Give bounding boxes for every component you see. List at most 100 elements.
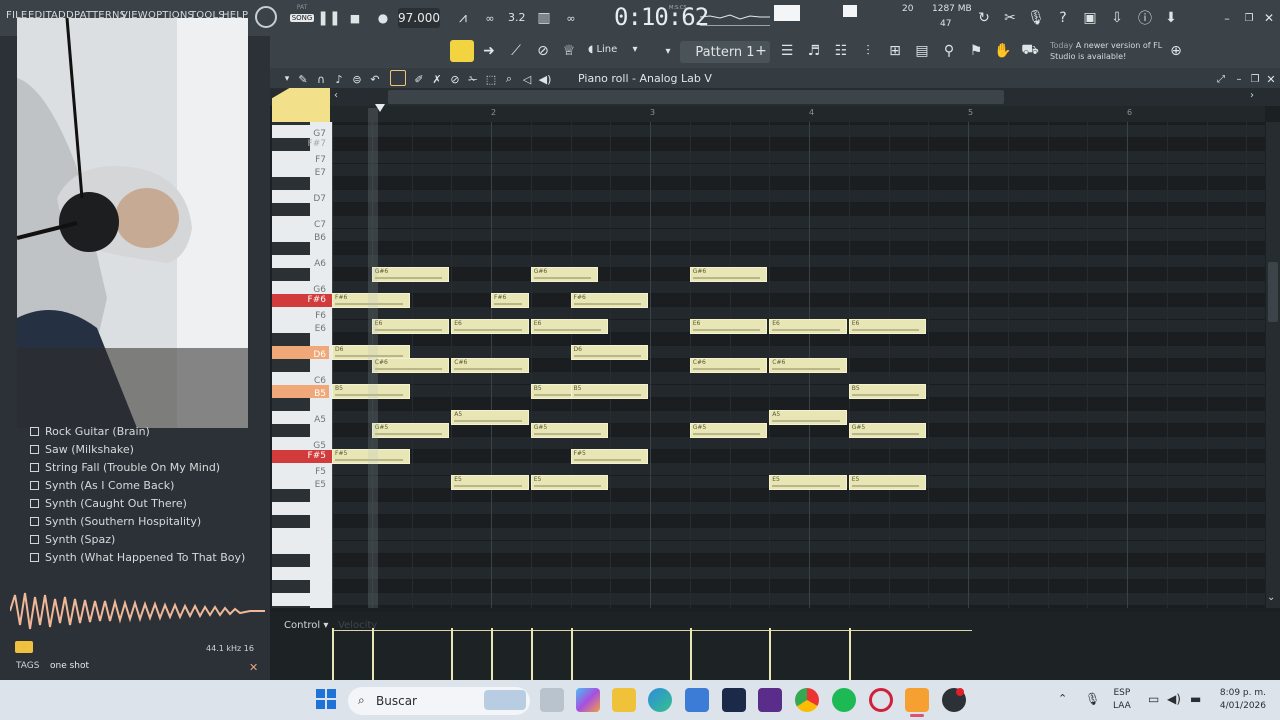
- add-pattern-icon[interactable]: +: [750, 40, 772, 62]
- piano-key-label[interactable]: A5: [272, 411, 329, 425]
- midi-note[interactable]: E6: [769, 319, 847, 334]
- piano-key-black[interactable]: [272, 580, 310, 593]
- undo-icon[interactable]: ↻: [973, 7, 995, 29]
- piano-key-black[interactable]: [272, 489, 310, 502]
- midi-note[interactable]: B5: [848, 384, 927, 399]
- tags-value[interactable]: one shot: [50, 661, 89, 671]
- language-indicator[interactable]: ESP LAA: [1113, 687, 1131, 713]
- opera-icon[interactable]: [869, 688, 893, 712]
- chevron-down-icon[interactable]: ▾: [657, 40, 679, 62]
- maximize-icon[interactable]: ❐: [1238, 7, 1260, 29]
- task-view-icon[interactable]: [540, 688, 564, 712]
- piano-key-label[interactable]: F5: [272, 463, 329, 477]
- browser-item[interactable]: Rock Guitar (Brain): [30, 422, 260, 440]
- play-pause-icon[interactable]: ❚❚: [317, 7, 340, 29]
- piano-key-label[interactable]: F#6: [272, 294, 329, 307]
- close-tag-icon[interactable]: ✕: [249, 661, 258, 674]
- piano-key-label[interactable]: B5: [272, 385, 329, 399]
- draw-tool-icon[interactable]: [390, 70, 406, 86]
- network-icon[interactable]: ▭: [1148, 692, 1159, 706]
- midi-note[interactable]: D6: [570, 345, 648, 360]
- piano-key-black[interactable]: [272, 606, 310, 608]
- midi-note[interactable]: C#6: [371, 358, 450, 373]
- piano-key-label[interactable]: F7: [272, 151, 329, 165]
- tempo-display[interactable]: 97.000: [398, 8, 440, 28]
- mixer-icon[interactable]: ⫶: [857, 40, 879, 62]
- piano-key-label[interactable]: G5: [272, 437, 329, 451]
- close-icon[interactable]: ✕: [1258, 7, 1280, 29]
- play-preview-icon[interactable]: [15, 641, 33, 653]
- clock[interactable]: 8:09 p. m. 4/01/2026: [1214, 687, 1266, 713]
- piano-key-label[interactable]: F6: [272, 307, 329, 321]
- vertical-scrollbar[interactable]: ⌄: [1266, 122, 1280, 608]
- piano-key-label[interactable]: D6: [272, 346, 329, 360]
- piano-keyboard[interactable]: G7 F#7 F7 E7 D7 C7 B6 A6 G6 F#6 F6 E6 D6 C6 B5 A5 G5 F#5 F…: [272, 122, 332, 608]
- midi-note[interactable]: A5: [451, 410, 529, 425]
- microphone-icon[interactable]: 🎙: [1025, 7, 1047, 29]
- midi-note[interactable]: F#5: [570, 449, 648, 464]
- piano-key-label[interactable]: F#7: [272, 138, 329, 151]
- browser-item[interactable]: String Fall (Trouble On My Mind): [30, 458, 260, 476]
- velocity-lane[interactable]: [332, 612, 972, 680]
- velocity-stem[interactable]: [451, 628, 454, 680]
- news-panel[interactable]: Today A newer version of FL Studio is av…: [1050, 40, 1165, 62]
- scroll-right-icon[interactable]: ›: [1250, 90, 1254, 101]
- scroll-left-icon[interactable]: ‹: [334, 90, 338, 101]
- browser-item[interactable]: Synth (What Happened To That Boy): [30, 548, 260, 566]
- midi-note[interactable]: E5: [451, 475, 529, 490]
- channel-rack-icon[interactable]: ☷: [830, 40, 852, 62]
- fl-studio-icon[interactable]: [905, 688, 929, 712]
- piano-key-black[interactable]: [272, 554, 310, 567]
- info-icon[interactable]: ⓘ: [1134, 7, 1156, 29]
- pat-song-switch[interactable]: PAT SONG: [290, 4, 314, 32]
- snap-corner-button[interactable]: [272, 88, 330, 122]
- chevron-up-icon[interactable]: ⌃: [1058, 692, 1067, 705]
- midi-note[interactable]: G#6: [689, 267, 768, 282]
- pencil-icon[interactable]: ⟋: [505, 40, 527, 62]
- undo-icon[interactable]: ↶: [364, 68, 386, 90]
- piano-key-black[interactable]: [272, 333, 310, 346]
- close-icon[interactable]: ✕: [1260, 68, 1280, 90]
- midi-note[interactable]: G#5: [689, 423, 768, 438]
- stop-icon[interactable]: ■: [344, 7, 366, 29]
- control-label[interactable]: Control ▾: [284, 620, 328, 631]
- edge-icon[interactable]: [648, 688, 672, 712]
- scrollbar-thumb[interactable]: [388, 90, 1004, 104]
- midi-note[interactable]: G#6: [530, 267, 599, 282]
- globe-icon[interactable]: ⊕: [1165, 40, 1187, 62]
- metronome-icon[interactable]: ⩘: [452, 7, 474, 29]
- typing-keyboard-icon[interactable]: [450, 40, 474, 62]
- velocity-stem[interactable]: [769, 628, 772, 680]
- midi-note[interactable]: B5: [570, 384, 648, 399]
- minimize-icon[interactable]: –: [1216, 7, 1238, 29]
- link-icon[interactable]: ⊘: [532, 40, 554, 62]
- piano-key-label[interactable]: A6: [272, 255, 329, 269]
- midi-note[interactable]: G#5: [848, 423, 927, 438]
- midi-note[interactable]: C#6: [769, 358, 847, 373]
- piano-key-black[interactable]: [272, 203, 310, 216]
- piano-key-label[interactable]: C6: [272, 372, 329, 386]
- piano-key-label[interactable]: G7: [272, 125, 329, 139]
- spotify-icon[interactable]: [832, 688, 856, 712]
- piano-key-black[interactable]: [272, 398, 310, 411]
- browser-item[interactable]: Saw (Milkshake): [30, 440, 260, 458]
- midi-note[interactable]: E5: [769, 475, 847, 490]
- export-icon[interactable]: ⬇: [1160, 7, 1182, 29]
- piano-key-label[interactable]: C7: [272, 216, 329, 230]
- touch-icon[interactable]: ✋: [992, 40, 1014, 62]
- velocity-stem[interactable]: [570, 628, 573, 680]
- piano-key-label[interactable]: G6: [272, 281, 329, 295]
- midi-note[interactable]: G#5: [530, 423, 609, 438]
- chrome-icon[interactable]: [795, 688, 819, 712]
- snap-select[interactable]: ◖ Line ▾: [588, 44, 658, 55]
- shop-icon[interactable]: ⛟: [1019, 40, 1041, 62]
- midi-note[interactable]: E5: [530, 475, 609, 490]
- windows-start-icon[interactable]: [316, 689, 336, 709]
- velocity-stem[interactable]: [689, 628, 692, 680]
- midi-note[interactable]: F#6: [491, 293, 529, 308]
- velocity-stem[interactable]: [371, 628, 374, 680]
- timeline-ruler[interactable]: 2 3 4 5 6: [330, 104, 1265, 122]
- browser-item[interactable]: Synth (As I Come Back): [30, 476, 260, 494]
- midi-note[interactable]: E5: [848, 475, 927, 490]
- render-icon[interactable]: ⇩: [1106, 7, 1128, 29]
